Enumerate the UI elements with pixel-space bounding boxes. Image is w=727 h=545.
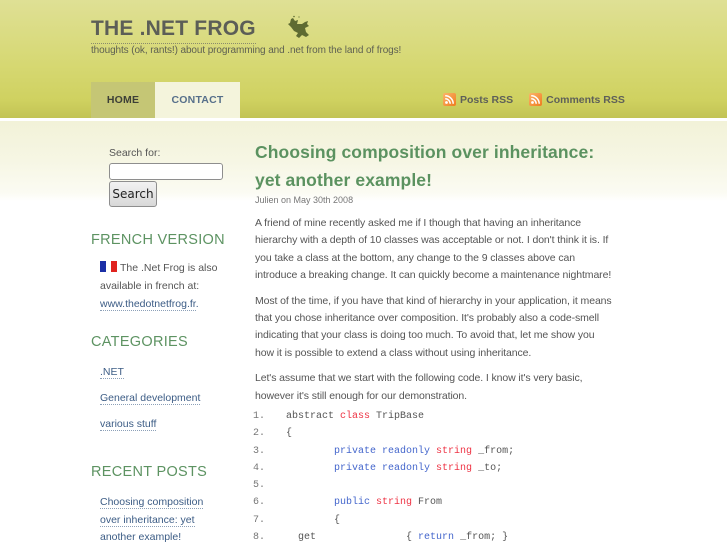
code-keyword: return xyxy=(418,532,455,544)
category-link[interactable]: various stuff xyxy=(100,418,157,431)
line-number: 8. xyxy=(253,532,266,544)
category-link[interactable]: .NET xyxy=(100,366,124,379)
main-navigation: HOME CONTACT xyxy=(91,82,240,118)
post-title[interactable]: Choosing composition over inheritance: y… xyxy=(255,138,615,194)
post-paragraph: Most of the time, if you have that kind … xyxy=(255,294,612,359)
post-meta: Julien on May 30th 2008 xyxy=(255,195,354,205)
recent-post-link[interactable]: over inheritance: yet xyxy=(100,514,195,527)
code-keyword: private readonly xyxy=(334,462,437,474)
code-text: get { xyxy=(298,532,419,544)
recent-post-link-line1: Choosing composition xyxy=(100,494,204,511)
code-text: _to; xyxy=(472,462,503,474)
site-header: THE .NET FROG thoughts (ok, rants!) abou… xyxy=(0,0,727,118)
french-version-text-line2: available in french at: xyxy=(100,280,200,292)
code-line: 4. private readonly string _to; xyxy=(253,460,613,477)
code-text: _from; } xyxy=(454,532,509,544)
code-line: 5. xyxy=(253,477,613,494)
search-label: Search for: xyxy=(109,147,161,159)
recent-post-link[interactable]: Choosing composition xyxy=(100,496,204,509)
recent-post-link-line2: over inheritance: yet xyxy=(100,512,195,529)
line-number: 5. xyxy=(253,480,266,492)
code-text: TripBase xyxy=(370,411,425,422)
rss-links: Posts RSS Comments RSS xyxy=(443,93,625,106)
nav-tab-contact[interactable]: CONTACT xyxy=(155,82,240,118)
categories-heading: CATEGORIES xyxy=(91,334,188,350)
post-article: Choosing composition over inheritance: y… xyxy=(255,138,615,405)
code-text: { xyxy=(286,428,293,440)
line-number: 1. xyxy=(253,411,266,422)
french-site-link[interactable]: www.thedotnetfrog.fr xyxy=(100,298,196,311)
line-number: 6. xyxy=(253,497,266,509)
code-keyword: string xyxy=(436,462,473,474)
frog-icon xyxy=(288,15,309,38)
code-keyword: private readonly xyxy=(334,445,437,457)
category-link-various-stuff: various stuff xyxy=(100,416,157,433)
category-link-net: .NET xyxy=(100,364,124,381)
code-line: 2. { xyxy=(253,425,613,442)
site-tagline: thoughts (ok, rants!) about programming … xyxy=(91,45,402,56)
post-paragraph: A friend of mine recently asked me if I … xyxy=(255,217,612,282)
post-paragraph: Let's assume that we start with the foll… xyxy=(255,372,583,402)
comments-rss-link[interactable]: Comments RSS xyxy=(529,93,625,106)
code-line: 1. abstract class TripBase xyxy=(253,408,613,425)
category-link[interactable]: General development xyxy=(100,392,201,405)
french-site-link-container: www.thedotnetfrog.fr. xyxy=(100,298,199,311)
search-button[interactable]: Search xyxy=(109,181,157,207)
recent-posts-heading: RECENT POSTS xyxy=(91,464,208,480)
code-text: abstract xyxy=(286,411,341,422)
recent-post-link-line3: another example! xyxy=(100,529,181,545)
code-block: 1. abstract class TripBase 2. {3. private r… xyxy=(253,408,613,545)
rss-icon xyxy=(443,93,456,106)
line-number: 4. xyxy=(253,462,266,474)
french-flag-icon xyxy=(100,261,117,272)
code-text: _from; xyxy=(472,445,515,457)
code-line: 8. get { return _from; } xyxy=(253,529,613,545)
posts-rss-label: Posts RSS xyxy=(460,93,514,106)
recent-post-link[interactable]: another example! xyxy=(100,531,181,543)
comments-rss-label: Comments RSS xyxy=(546,93,625,106)
line-number: 7. xyxy=(253,514,266,526)
code-line: 7. { xyxy=(253,512,613,529)
code-keyword: string xyxy=(436,445,473,457)
french-version-heading: FRENCH VERSION xyxy=(91,232,225,248)
rss-icon xyxy=(529,93,543,106)
line-number: 3. xyxy=(253,445,266,457)
search-input[interactable] xyxy=(109,163,223,180)
nav-tab-home[interactable]: HOME xyxy=(91,82,155,118)
code-keyword: string xyxy=(376,497,413,509)
line-number: 2. xyxy=(253,428,266,440)
code-text: { xyxy=(334,514,341,526)
site-title[interactable]: THE .NET FROG xyxy=(91,17,256,44)
category-link-general-development: General development xyxy=(100,390,201,407)
posts-rss-link[interactable]: Posts RSS xyxy=(443,93,513,106)
code-line: 3. private readonly string _from; xyxy=(253,443,613,460)
code-keyword: class xyxy=(340,411,371,422)
code-keyword: public xyxy=(334,497,377,509)
code-line: 6. public string From xyxy=(253,494,613,511)
french-version-text: The .Net Frog is also xyxy=(100,260,217,277)
code-text: From xyxy=(412,497,443,509)
